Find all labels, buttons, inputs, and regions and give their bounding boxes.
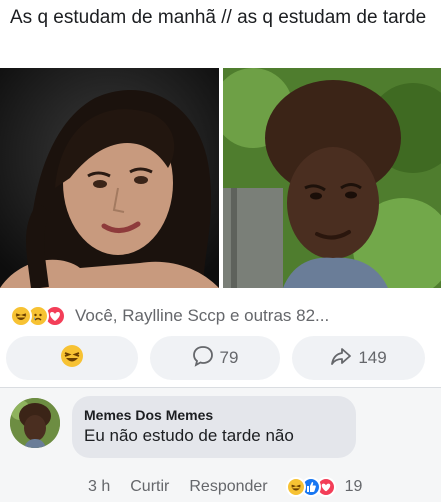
- post-reactions-summary[interactable]: Você, Raylline Sccp e outras 82...: [10, 302, 329, 330]
- haha-icon: [285, 477, 306, 497]
- like-comment-button[interactable]: Curtir: [130, 478, 169, 496]
- comment-author[interactable]: Memes Dos Memes: [84, 406, 344, 424]
- reactions-text: Você, Raylline Sccp e outras 82...: [75, 306, 330, 325]
- haha-icon: [60, 344, 84, 373]
- post-caption: As q estudam de manhã // as q estudam de…: [10, 7, 427, 28]
- comment-bubble[interactable]: Memes Dos Memes Eu não estudo de tarde n…: [72, 396, 356, 458]
- comment-meta: 3 h Curtir Responder 19: [88, 476, 362, 498]
- share-icon: [330, 345, 352, 372]
- reaction-icons: [10, 305, 66, 327]
- reply-button[interactable]: Responder: [189, 478, 267, 496]
- meme-photos[interactable]: [0, 68, 441, 288]
- avatar[interactable]: [10, 398, 60, 448]
- comment-time: 3 h: [88, 478, 111, 495]
- comment-icon: [192, 345, 214, 372]
- haha-icon: [10, 305, 32, 327]
- react-button[interactable]: [6, 336, 138, 380]
- comment-count: 79: [219, 348, 239, 367]
- share-button[interactable]: 149: [292, 336, 425, 380]
- comment-reaction-count: 19: [344, 478, 363, 495]
- post-action-bar: 79 149: [0, 336, 441, 380]
- share-count: 149: [358, 348, 387, 367]
- photo-afternoon-student[interactable]: [223, 68, 441, 288]
- comment-button[interactable]: 79: [150, 336, 280, 380]
- photo-morning-student[interactable]: [0, 68, 219, 288]
- comment-text: Eu não estudo de tarde não: [84, 426, 294, 445]
- comment-reactions[interactable]: 19: [285, 477, 363, 497]
